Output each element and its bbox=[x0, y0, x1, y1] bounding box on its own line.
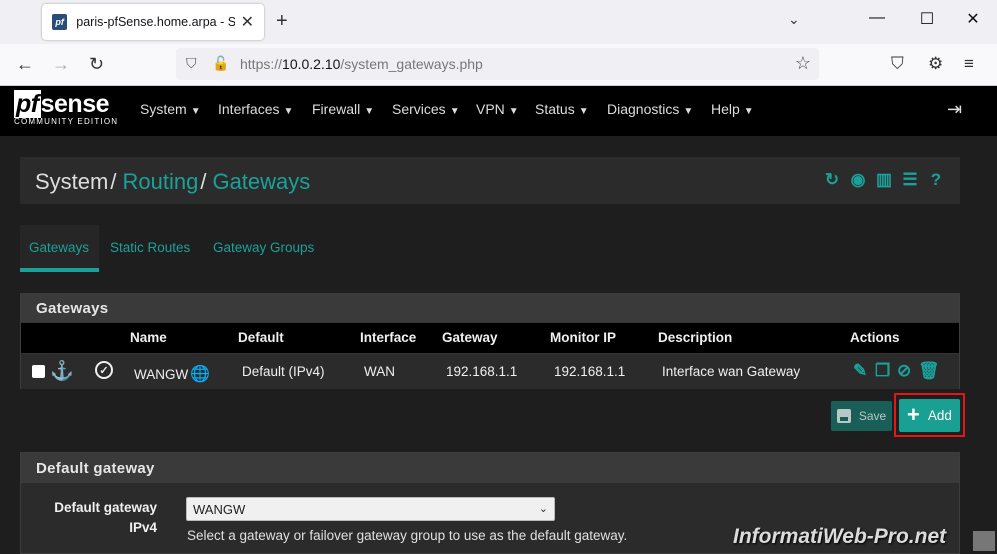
chevron-down-icon: ⌄ bbox=[538, 503, 548, 515]
menu-vpn[interactable]: VPN ▼ bbox=[476, 101, 519, 117]
hamburger-menu-icon[interactable]: ≡ bbox=[964, 54, 974, 74]
close-icon[interactable]: ✕ bbox=[241, 12, 254, 32]
shield-icon[interactable]: ⛉ bbox=[186, 55, 197, 72]
back-icon[interactable]: ← bbox=[16, 54, 34, 75]
table-header: Name Default Interface Gateway Monitor I… bbox=[21, 323, 959, 353]
breadcrumb-routing[interactable]: Routing bbox=[122, 169, 198, 194]
pocket-icon[interactable]: ⛉ bbox=[891, 54, 904, 74]
menu-services[interactable]: Services ▼ bbox=[392, 101, 460, 117]
browser-tab-bar: pf paris-pfSense.home.arpa - System: Rou… bbox=[0, 0, 997, 44]
table-row: ⚓ ✓ WANGW 🌐 Default (IPv4) WAN 192.168.1.… bbox=[21, 354, 959, 389]
forward-icon[interactable]: → bbox=[52, 54, 70, 75]
column-actions: Actions bbox=[850, 330, 900, 345]
gateway-default: Default (IPv4) bbox=[242, 364, 325, 379]
gateway-address: 192.168.1.1 bbox=[446, 364, 518, 379]
browser-tab[interactable]: pf paris-pfSense.home.arpa - System: Rou… bbox=[42, 4, 264, 40]
menu-firewall[interactable]: Firewall ▼ bbox=[312, 101, 374, 117]
tab-static-routes[interactable]: Static Routes bbox=[110, 240, 190, 255]
breadcrumb-root: System bbox=[35, 169, 109, 194]
gateways-panel: Gateways Name Default Interface Gateway … bbox=[20, 293, 960, 389]
logo-subtitle: COMMUNITY EDITION bbox=[14, 117, 119, 126]
url-text[interactable]: https://10.0.2.10/system_gateways.php bbox=[240, 56, 483, 72]
window-close-icon[interactable]: ✕ bbox=[950, 9, 996, 29]
reload-service-icon[interactable]: ↻ bbox=[822, 170, 842, 190]
default-gateway-help: Select a gateway or failover gateway gro… bbox=[187, 528, 628, 543]
chevron-down-icon[interactable]: ⌄ bbox=[788, 11, 800, 28]
gateway-description: Interface wan Gateway bbox=[662, 364, 801, 379]
lock-warning-icon[interactable]: 🔓 bbox=[212, 55, 229, 72]
stop-service-icon[interactable]: ◉ bbox=[848, 170, 868, 190]
trash-icon[interactable]: 🗑 bbox=[918, 361, 940, 381]
pfsense-favicon-icon: pf bbox=[52, 14, 68, 30]
tab-gateway-groups[interactable]: Gateway Groups bbox=[213, 240, 314, 255]
gateway-name: WANGW 🌐 bbox=[134, 366, 211, 383]
graph-icon[interactable]: ▥ bbox=[874, 170, 894, 190]
new-tab-icon[interactable]: + bbox=[276, 10, 288, 33]
menu-help[interactable]: Help ▼ bbox=[711, 101, 754, 117]
help-icon[interactable]: ? bbox=[926, 170, 946, 190]
gateway-monitor-ip: 192.168.1.1 bbox=[554, 364, 626, 379]
column-default: Default bbox=[238, 330, 284, 345]
pfsense-logo[interactable]: pfsense COMMUNITY EDITION bbox=[14, 90, 118, 126]
column-description: Description bbox=[658, 330, 733, 345]
check-circle-icon: ✓ bbox=[95, 361, 113, 379]
tab-active-indicator bbox=[20, 268, 99, 272]
pencil-icon[interactable]: ✎ bbox=[853, 361, 867, 381]
panel-title: Gateways bbox=[36, 300, 109, 317]
extensions-icon[interactable]: ⚙ bbox=[928, 54, 943, 74]
browser-nav-bar: ← → ↻ ⛉ 🔓 https://10.0.2.10/system_gatew… bbox=[0, 44, 997, 86]
disable-icon[interactable]: ⊘ bbox=[897, 361, 911, 381]
globe-icon: 🌐 bbox=[190, 366, 211, 383]
menu-interfaces[interactable]: Interfaces ▼ bbox=[218, 101, 293, 117]
panel-title: Default gateway bbox=[36, 460, 155, 477]
menu-status[interactable]: Status ▼ bbox=[535, 101, 589, 117]
anchor-icon[interactable]: ⚓ bbox=[50, 359, 74, 383]
bookmark-star-icon[interactable]: ☆ bbox=[795, 53, 811, 74]
watermark: InformatiWeb-Pro.net bbox=[733, 525, 947, 548]
maximize-icon[interactable]: ☐ bbox=[904, 9, 950, 29]
column-name: Name bbox=[130, 330, 167, 345]
breadcrumb: System/Routing/Gateways ↻ ◉ ▥ ☰ ? bbox=[20, 157, 960, 204]
window-corner bbox=[973, 531, 995, 551]
menu-diagnostics[interactable]: Diagnostics ▼ bbox=[607, 101, 693, 117]
row-checkbox[interactable] bbox=[32, 365, 45, 378]
minimize-icon[interactable]: — bbox=[854, 9, 900, 27]
column-interface: Interface bbox=[360, 330, 417, 345]
gateway-interface: WAN bbox=[364, 364, 395, 379]
pfsense-navbar: pfsense COMMUNITY EDITION System ▼ Interf… bbox=[0, 86, 997, 136]
column-monitor-ip: Monitor IP bbox=[550, 330, 616, 345]
reload-icon[interactable]: ↻ bbox=[89, 54, 104, 75]
log-icon[interactable]: ☰ bbox=[900, 170, 920, 190]
tab-gateways[interactable]: Gateways bbox=[29, 240, 89, 255]
breadcrumb-gateways[interactable]: Gateways bbox=[212, 169, 310, 194]
tab-title: paris-pfSense.home.arpa - System: Routin… bbox=[76, 15, 235, 29]
save-icon bbox=[836, 409, 851, 423]
add-button[interactable]: + Add bbox=[899, 399, 960, 432]
menu-system[interactable]: System ▼ bbox=[140, 101, 201, 117]
default-gateway-ipv4-select[interactable]: WANGW ⌄ bbox=[186, 497, 555, 521]
logout-icon[interactable]: ⇥ bbox=[947, 99, 962, 120]
save-button[interactable]: Save bbox=[831, 401, 892, 431]
column-gateway: Gateway bbox=[442, 330, 498, 345]
copy-icon[interactable]: ❐ bbox=[875, 361, 890, 381]
default-gateway-ipv4-label: Default gateway IPv4 bbox=[54, 500, 157, 535]
plus-icon: + bbox=[907, 401, 920, 427]
url-bar[interactable]: ⛉ 🔓 https://10.0.2.10/system_gateways.ph… bbox=[176, 48, 819, 80]
